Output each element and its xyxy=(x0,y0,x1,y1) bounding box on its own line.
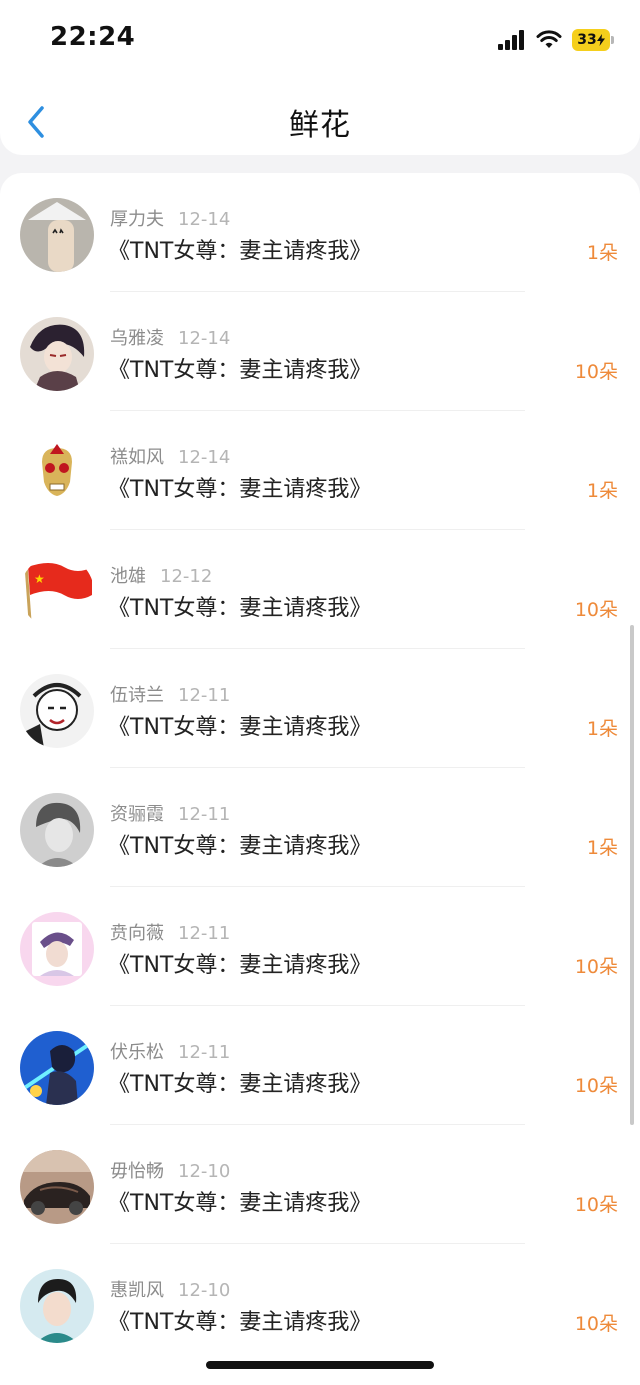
list-item[interactable]: 惠凯风 12-10 《TNT女尊：妻主请疼我》 10朵 xyxy=(0,1244,640,1363)
avatar[interactable] xyxy=(20,1031,94,1105)
wifi-icon xyxy=(536,30,562,48)
gift-date: 12-11 xyxy=(178,1042,231,1063)
list-item[interactable]: 伏乐松 12-11 《TNT女尊：妻主请疼我》 10朵 xyxy=(0,1006,640,1125)
user-name: 厚力夫 xyxy=(110,209,164,230)
list-item[interactable]: 伍诗兰 12-11 《TNT女尊：妻主请疼我》 1朵 xyxy=(0,649,640,768)
flower-count: 10朵 xyxy=(574,1194,618,1216)
list-item[interactable]: 禚如风 12-14 《TNT女尊：妻主请疼我》 1朵 xyxy=(0,411,640,530)
avatar[interactable] xyxy=(20,317,94,391)
home-indicator[interactable] xyxy=(206,1361,434,1369)
book-title: 《TNT女尊：妻主请疼我》 xyxy=(108,1310,372,1335)
flower-list: 厚力夫 12-14 《TNT女尊：妻主请疼我》 1朵 乌雅凌 12-14 《TNT女… xyxy=(0,173,640,1385)
avatar[interactable] xyxy=(20,1150,94,1224)
signal-icon xyxy=(498,30,524,50)
svg-text:★: ★ xyxy=(34,572,45,586)
book-title: 《TNT女尊：妻主请疼我》 xyxy=(108,715,372,740)
list-item[interactable]: 贲向薇 12-11 《TNT女尊：妻主请疼我》 10朵 xyxy=(0,887,640,1006)
list-item[interactable]: 厚力夫 12-14 《TNT女尊：妻主请疼我》 1朵 xyxy=(0,173,640,292)
gift-date: 12-14 xyxy=(178,209,231,230)
avatar[interactable] xyxy=(20,793,94,867)
avatar[interactable] xyxy=(20,674,94,748)
top-bar: 22:24 33 鲜花 xyxy=(0,0,640,155)
user-name: 惠凯风 xyxy=(110,1280,164,1301)
status-icons: 33 xyxy=(498,26,614,54)
status-time: 22:24 xyxy=(50,22,136,52)
flower-count: 10朵 xyxy=(574,1075,618,1097)
avatar[interactable] xyxy=(20,912,94,986)
scrollbar[interactable] xyxy=(630,625,634,1125)
user-name: 伏乐松 xyxy=(110,1042,164,1063)
user-name: 贲向薇 xyxy=(110,923,164,944)
user-name: 资骊霞 xyxy=(110,804,164,825)
flower-count: 10朵 xyxy=(574,599,618,621)
user-name: 池雄 xyxy=(110,566,146,587)
charging-bolt-icon xyxy=(596,34,605,46)
flower-count: 1朵 xyxy=(586,837,618,859)
book-title: 《TNT女尊：妻主请疼我》 xyxy=(108,1191,372,1216)
gift-date: 12-12 xyxy=(160,566,213,587)
book-title: 《TNT女尊：妻主请疼我》 xyxy=(108,358,372,383)
flower-count: 1朵 xyxy=(586,242,618,264)
gift-date: 12-11 xyxy=(178,804,231,825)
gift-date: 12-11 xyxy=(178,923,231,944)
user-name: 禚如风 xyxy=(110,447,164,468)
battery-icon: 33 xyxy=(572,29,614,51)
gift-date: 12-14 xyxy=(178,447,231,468)
avatar[interactable] xyxy=(20,436,94,510)
flower-count: 10朵 xyxy=(574,1313,618,1335)
gift-date: 12-10 xyxy=(178,1280,231,1301)
battery-level: 33 xyxy=(577,32,597,48)
page-title: 鲜花 xyxy=(289,108,351,143)
book-title: 《TNT女尊：妻主请疼我》 xyxy=(108,239,372,264)
user-name: 毋怡畅 xyxy=(110,1161,164,1182)
list-item[interactable]: 资骊霞 12-11 《TNT女尊：妻主请疼我》 1朵 xyxy=(0,768,640,887)
list-item[interactable]: 乌雅凌 12-14 《TNT女尊：妻主请疼我》 10朵 xyxy=(0,292,640,411)
avatar[interactable]: ★ xyxy=(20,555,94,629)
flower-count: 10朵 xyxy=(574,361,618,383)
list-item[interactable]: ★ 池雄 12-12 《TNT女尊：妻主请疼我》 10朵 xyxy=(0,530,640,649)
avatar[interactable] xyxy=(20,198,94,272)
book-title: 《TNT女尊：妻主请疼我》 xyxy=(108,477,372,502)
flower-count: 1朵 xyxy=(586,718,618,740)
book-title: 《TNT女尊：妻主请疼我》 xyxy=(108,596,372,621)
gift-date: 12-10 xyxy=(178,1161,231,1182)
gift-date: 12-14 xyxy=(178,328,231,349)
user-name: 乌雅凌 xyxy=(110,328,164,349)
book-title: 《TNT女尊：妻主请疼我》 xyxy=(108,1072,372,1097)
user-name: 伍诗兰 xyxy=(110,685,164,706)
gift-date: 12-11 xyxy=(178,685,231,706)
book-title: 《TNT女尊：妻主请疼我》 xyxy=(108,953,372,978)
flower-count: 1朵 xyxy=(586,480,618,502)
flower-count: 10朵 xyxy=(574,956,618,978)
list-item[interactable]: 毋怡畅 12-10 《TNT女尊：妻主请疼我》 10朵 xyxy=(0,1125,640,1244)
avatar[interactable] xyxy=(20,1269,94,1343)
book-title: 《TNT女尊：妻主请疼我》 xyxy=(108,834,372,859)
